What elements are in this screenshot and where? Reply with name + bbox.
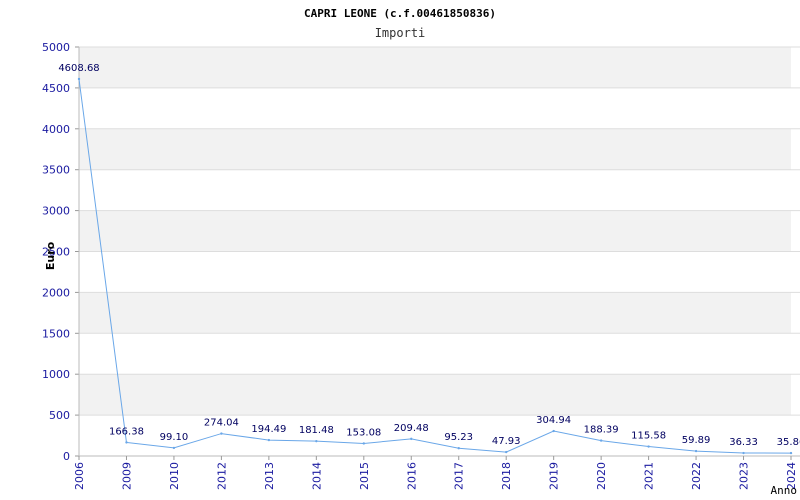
y-axis-label: Euro: [44, 241, 57, 270]
chart-subtitle: Importi: [375, 26, 426, 40]
grid-band: [79, 169, 791, 211]
data-point: [172, 446, 176, 450]
x-tick-label: 2018: [500, 462, 513, 490]
data-label: 166.38: [109, 426, 144, 437]
y-tick-label: 2000: [42, 286, 70, 299]
grid-band: [79, 251, 791, 293]
line-chart: 0500100015002000250030003500400045005000…: [42, 7, 800, 497]
x-tick-label: 2015: [358, 462, 371, 490]
x-tick-label: 2009: [120, 462, 133, 490]
x-tick-label: 2022: [690, 462, 703, 490]
data-label: 209.48: [394, 423, 429, 434]
data-point: [410, 437, 413, 441]
data-label: 115.58: [631, 431, 666, 442]
data-point: [220, 432, 223, 435]
x-tick-label: 2014: [310, 462, 323, 490]
data-point: [694, 449, 698, 453]
x-tick-label: 2013: [263, 462, 276, 490]
data-label: 274.04: [204, 418, 239, 429]
data-point: [457, 447, 460, 450]
data-label: 188.39: [584, 425, 619, 436]
y-tick-label: 1000: [42, 368, 70, 381]
data-point: [552, 429, 555, 433]
grid-band: [79, 374, 791, 416]
grid-band: [79, 333, 791, 375]
y-tick-label: 3500: [42, 164, 70, 177]
data-point: [362, 442, 365, 445]
data-label: 59.89: [682, 435, 711, 446]
x-tick-label: 2020: [595, 462, 608, 490]
data-label: 194.49: [251, 424, 286, 435]
data-point: [599, 439, 603, 442]
chart-title: CAPRI LEONE (c.f.00461850836): [304, 7, 496, 20]
data-label: 35.86: [777, 437, 800, 448]
y-tick-label: 4000: [42, 123, 70, 136]
data-point: [267, 438, 271, 442]
data-label: 153.08: [346, 427, 381, 438]
data-label: 4608.68: [58, 63, 99, 74]
y-tick-label: 4500: [42, 82, 70, 95]
x-tick-label: 2017: [453, 462, 466, 490]
data-point: [315, 439, 318, 443]
y-tick-label: 5000: [42, 41, 70, 54]
x-tick-label: 2006: [73, 462, 86, 490]
data-point: [505, 450, 508, 454]
x-tick-label: 2021: [643, 462, 656, 490]
data-point: [647, 445, 650, 448]
y-tick-label: 3000: [42, 205, 70, 218]
grid-band: [79, 128, 791, 170]
x-axis-label: Anno: [771, 484, 798, 497]
x-tick-label: 2016: [405, 462, 418, 490]
data-label: 95.23: [444, 432, 473, 443]
y-tick-label: 500: [49, 409, 70, 422]
data-label: 99.10: [160, 432, 189, 443]
x-tick-label: 2019: [548, 462, 561, 490]
x-tick-labels: 2006 2009 2010 2012 2013 2014 2015 2016 2017 2018…: [73, 462, 798, 490]
data-label: 47.93: [492, 436, 521, 447]
data-point: [742, 451, 745, 455]
data-point: [125, 441, 128, 444]
data-point: [789, 451, 793, 455]
grid-band: [79, 47, 791, 88]
grid-band: [79, 210, 791, 252]
y-tick-label: 0: [63, 450, 70, 463]
data-label: 304.94: [536, 415, 571, 426]
grid-band: [79, 292, 791, 334]
data-label: 36.33: [729, 437, 758, 448]
y-tick-label: 1500: [42, 327, 70, 340]
x-tick-label: 2023: [738, 462, 751, 490]
x-tick-label: 2010: [168, 462, 181, 490]
grid-band: [79, 87, 791, 129]
data-point: [77, 77, 81, 81]
x-tick-label: 2012: [215, 462, 228, 490]
data-label: 181.48: [299, 425, 334, 436]
